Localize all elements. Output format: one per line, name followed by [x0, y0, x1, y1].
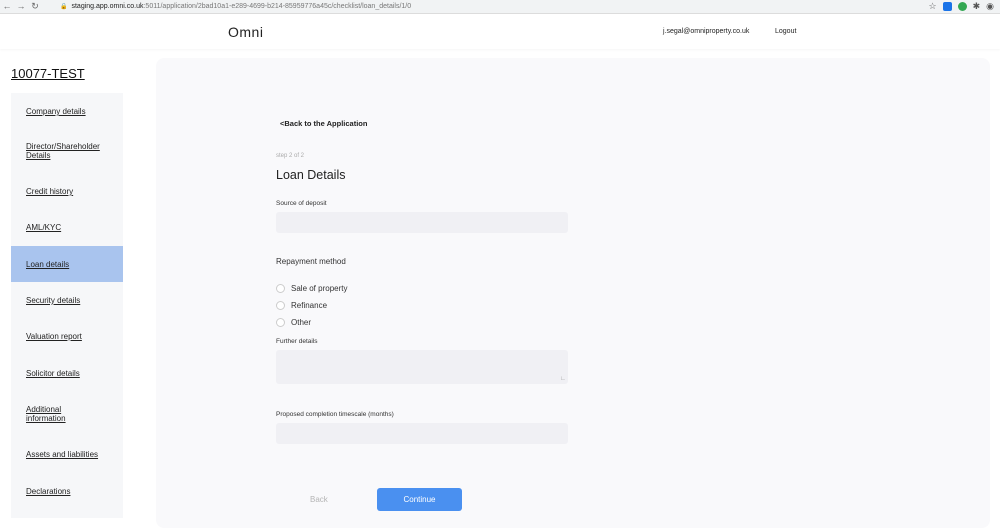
reload-icon[interactable]: ↻ — [28, 0, 42, 13]
sidebar-item-loan-details[interactable]: Loan details — [11, 246, 123, 282]
resize-handle-icon[interactable]: ∟ — [560, 376, 566, 382]
source-of-deposit-input[interactable] — [276, 212, 568, 233]
sidebar-item-label: AML/KYC — [26, 223, 62, 232]
profile-icon[interactable]: ◉ — [986, 1, 994, 12]
extension-icon[interactable] — [957, 2, 967, 11]
app-header: Omni j.segal@omniproperty.co.uk Logout — [0, 14, 1000, 49]
address-bar[interactable]: 🔒 staging.app.omni.co.uk:5011/applicatio… — [60, 1, 411, 12]
source-of-deposit-label: Source of deposit — [276, 200, 327, 207]
radio-label: Other — [291, 318, 312, 327]
back-arrow-icon[interactable]: ← — [0, 0, 14, 13]
sidebar-item-security-details[interactable]: Security details — [11, 282, 123, 318]
user-email: j.segal@omniproperty.co.uk — [663, 28, 750, 35]
main-panel — [156, 58, 990, 528]
radio-circle-icon[interactable] — [276, 284, 285, 293]
sidebar-item-label: Valuation report — [26, 332, 82, 341]
sidebar-item-label: Assets and liabilities — [26, 450, 99, 459]
completion-timescale-label: Proposed completion timescale (months) — [276, 411, 394, 418]
url-host: staging.app.omni.co.uk — [71, 3, 144, 10]
lock-icon: 🔒 — [60, 4, 68, 10]
sidebar-item-label: Security details — [26, 296, 81, 305]
sidebar-item-credit-history[interactable]: Credit history — [11, 173, 123, 209]
sidebar-item-director-shareholder[interactable]: Director/Shareholder Details — [11, 133, 123, 169]
puzzle-icon[interactable]: ✱ — [973, 1, 981, 12]
radio-other[interactable]: Other — [276, 318, 311, 327]
sidebar-item-valuation-report[interactable]: Valuation report — [11, 318, 123, 354]
sidebar-item-label: Loan details — [26, 260, 70, 269]
further-details-label: Further details — [276, 338, 318, 345]
url-path: :5011/application/2bad10a1-e289-4699-b21… — [143, 3, 412, 10]
omni-logo[interactable]: Omni — [228, 24, 263, 40]
sidebar-item-label: Credit history — [26, 187, 74, 196]
sidebar-item-declarations[interactable]: Declarations — [11, 473, 123, 509]
radio-refinance[interactable]: Refinance — [276, 301, 327, 310]
radio-circle-icon[interactable] — [276, 301, 285, 310]
back-to-application-link[interactable]: <Back to the Application — [280, 119, 367, 128]
sidebar-item-company-details[interactable]: Company details — [11, 93, 123, 129]
forward-arrow-icon[interactable]: → — [14, 0, 28, 13]
sidebar-item-label: Director/Shareholder Details — [26, 142, 100, 160]
continue-button[interactable]: Continue — [377, 488, 462, 511]
completion-timescale-input[interactable] — [276, 423, 568, 444]
radio-sale-of-property[interactable]: Sale of property — [276, 284, 347, 293]
browser-toolbar: ← → ↻ 🔒 staging.app.omni.co.uk:5011/appl… — [0, 0, 1000, 14]
repayment-method-heading: Repayment method — [276, 257, 346, 266]
sidebar-item-label: Company details — [26, 107, 86, 116]
application-id-link[interactable]: 10077-TEST — [11, 66, 85, 81]
step-indicator: step 2 of 2 — [276, 153, 305, 159]
sidebar-item-solicitor-details[interactable]: Solicitor details — [11, 355, 123, 391]
sidebar-item-additional-information[interactable]: Additional information — [11, 395, 123, 431]
sidebar-item-label: Solicitor details — [26, 369, 80, 378]
sidebar-item-label: Additional information — [26, 405, 66, 423]
sidebar-item-aml-kyc[interactable]: AML/KYC — [11, 209, 123, 245]
page-title: Loan Details — [276, 168, 346, 182]
radio-label: Refinance — [291, 301, 328, 310]
further-details-textarea[interactable]: ∟ — [276, 350, 568, 384]
radio-label: Sale of property — [291, 284, 348, 293]
sidebar: Company details Director/Shareholder Det… — [11, 93, 123, 518]
logout-link[interactable]: Logout — [775, 28, 796, 35]
back-button[interactable]: Back — [310, 495, 328, 504]
sidebar-item-assets-liabilities[interactable]: Assets and liabilities — [11, 436, 123, 472]
bookmark-star-icon[interactable]: ☆ — [929, 1, 937, 12]
sidebar-item-label: Declarations — [26, 487, 71, 496]
extension-icon[interactable] — [942, 2, 952, 11]
radio-circle-icon[interactable] — [276, 318, 285, 327]
